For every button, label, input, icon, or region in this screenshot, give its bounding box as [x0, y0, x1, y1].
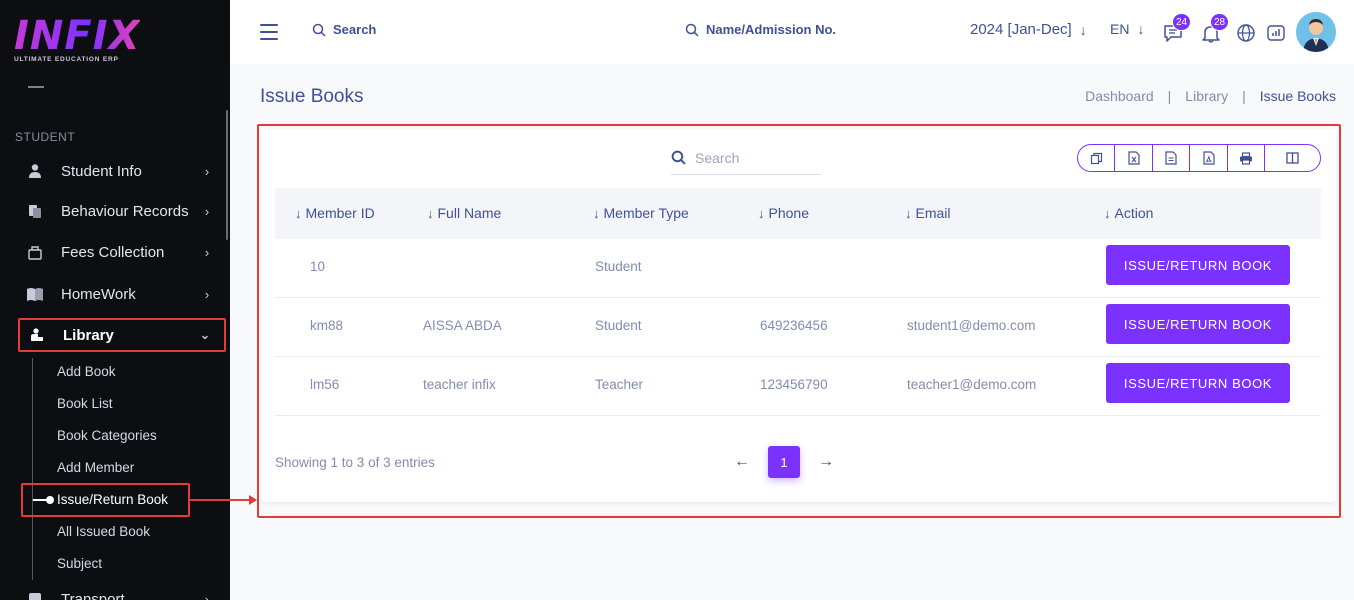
- submenu-item-book-list[interactable]: Book List: [57, 394, 113, 414]
- sidebar-item-homework[interactable]: HomeWork ›: [18, 277, 226, 311]
- top-header: Search Name/Admission No. 2024 [Jan-Dec]…: [230, 0, 1354, 64]
- annotation-arrow-head: [249, 495, 257, 505]
- chevron-right-icon: ›: [204, 244, 210, 260]
- header-search[interactable]: Search: [312, 22, 376, 37]
- annotation-highlight-box: [257, 124, 1341, 518]
- session-selector[interactable]: 2024 [Jan-Dec] ↓: [970, 21, 1087, 38]
- header-search-label: Search: [333, 22, 377, 37]
- sidebar-item-label: Transport: [61, 590, 125, 600]
- page-title: Issue Books: [260, 86, 364, 107]
- menu-toggle-icon[interactable]: [260, 24, 278, 40]
- breadcrumb: Dashboard | Library | Issue Books: [1085, 88, 1336, 104]
- messages-badge: 24: [1172, 13, 1192, 31]
- library-icon: [28, 326, 46, 344]
- sidebar-item-student-info[interactable]: Student Info ›: [18, 154, 226, 188]
- logo[interactable]: INFIX ULTIMATE EDUCATION ERP: [14, 16, 140, 63]
- fees-icon: [26, 243, 44, 261]
- sidebar-item-label: HomeWork: [61, 285, 136, 303]
- sidebar-item-label: Behaviour Records: [61, 202, 189, 220]
- notifications-badge: 28: [1210, 13, 1230, 31]
- submenu-item-add-member[interactable]: Add Member: [57, 458, 134, 478]
- chevron-down-icon: ⌄: [199, 327, 211, 342]
- breadcrumb-separator: |: [1242, 88, 1246, 104]
- sidebar-scrollbar[interactable]: [226, 110, 228, 240]
- sidebar: INFIX ULTIMATE EDUCATION ERP STUDENT Stu…: [0, 0, 230, 600]
- logo-text: INFIX: [14, 13, 141, 59]
- breadcrumb-library[interactable]: Library: [1185, 88, 1228, 104]
- chevron-right-icon: ›: [204, 591, 210, 600]
- search-icon: [685, 23, 699, 37]
- submenu-item-subject[interactable]: Subject: [57, 554, 102, 574]
- messages-icon[interactable]: 24: [1162, 13, 1192, 44]
- submenu-item-add-book[interactable]: Add Book: [57, 362, 116, 382]
- submenu-item-all-issued-book[interactable]: All Issued Book: [57, 522, 150, 542]
- avatar[interactable]: [1296, 12, 1336, 52]
- annotation-arrow-line: [190, 499, 252, 501]
- sidebar-item-label: Fees Collection: [61, 243, 165, 261]
- student-icon: [26, 162, 44, 180]
- sidebar-item-fees-collection[interactable]: Fees Collection ›: [18, 235, 226, 269]
- arrow-down-icon: ↓: [1137, 21, 1145, 37]
- bell-icon[interactable]: 28: [1200, 13, 1230, 44]
- chart-icon[interactable]: [1265, 22, 1287, 44]
- globe-icon[interactable]: [1235, 22, 1257, 44]
- active-dot-icon: [33, 496, 54, 504]
- bus-icon: [26, 590, 44, 600]
- language-label: EN: [1110, 21, 1130, 37]
- submenu-item-book-categories[interactable]: Book Categories: [57, 426, 157, 446]
- sidebar-item-label: Student Info: [61, 162, 142, 180]
- search-icon: [312, 23, 326, 37]
- chevron-right-icon: ›: [204, 286, 210, 302]
- breadcrumb-dashboard[interactable]: Dashboard: [1085, 88, 1154, 104]
- collapse-mark: [28, 86, 44, 88]
- sidebar-item-library[interactable]: Library ⌄: [18, 318, 226, 352]
- arrow-down-icon: ↓: [1079, 21, 1087, 38]
- behaviour-icon: [26, 202, 44, 220]
- sidebar-item-label: Library: [63, 326, 114, 344]
- session-label: 2024 [Jan-Dec]: [970, 21, 1072, 38]
- admission-search-label: Name/Admission No.: [706, 22, 837, 37]
- sidebar-item-behaviour-records[interactable]: Behaviour Records ›: [18, 194, 226, 228]
- chevron-right-icon: ›: [204, 163, 210, 179]
- breadcrumb-separator: |: [1167, 88, 1172, 104]
- submenu-item-issue-return-book[interactable]: Issue/Return Book: [57, 490, 168, 510]
- sidebar-item-transport[interactable]: Transport ›: [18, 582, 226, 600]
- breadcrumb-current: Issue Books: [1259, 88, 1336, 104]
- book-open-icon: [26, 285, 44, 303]
- section-label-student: STUDENT: [15, 130, 76, 144]
- submenu-line: [32, 358, 33, 580]
- language-selector[interactable]: EN ↓: [1110, 21, 1144, 37]
- admission-search[interactable]: Name/Admission No.: [685, 22, 836, 37]
- chevron-right-icon: ›: [204, 203, 210, 219]
